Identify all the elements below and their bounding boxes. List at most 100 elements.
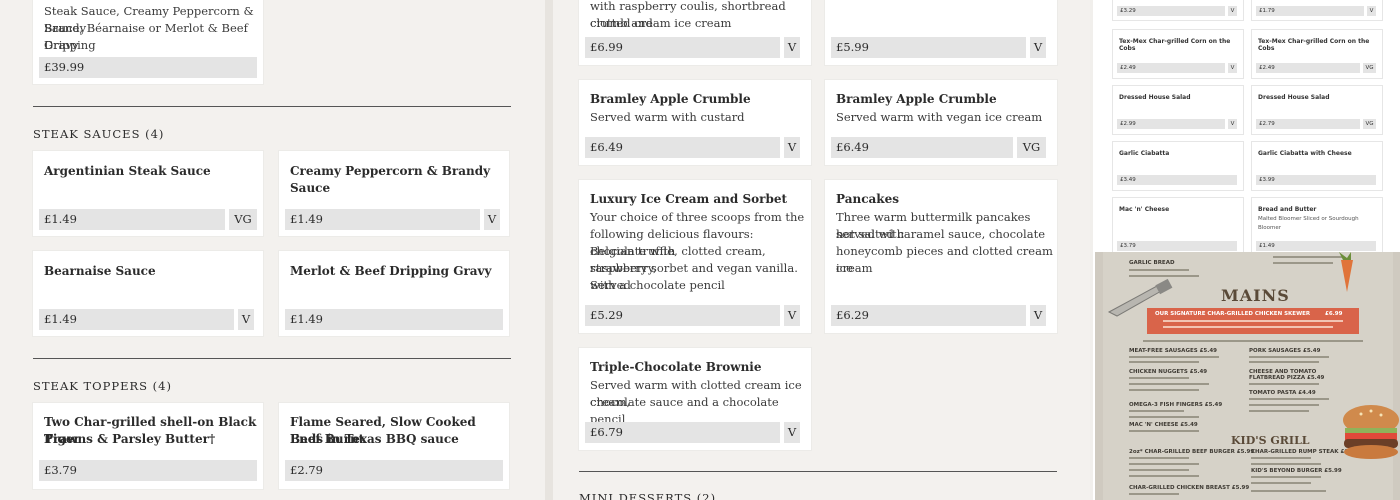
section-divider [33,358,511,359]
photo-text-line [1129,269,1189,271]
side-item-card[interactable]: Dressed House Salad £2.79 VG [1252,86,1382,134]
vegetarian-badge: V [1030,305,1046,326]
item-price: £2.79 [1256,119,1360,129]
photo-text-line [1129,389,1199,391]
vegan-badge: VG [1363,63,1376,73]
menu-item-card[interactable]: Two Char-grilled shell-on Black Tiger Pr… [33,403,263,489]
item-price: £5.99 [831,37,1026,58]
menu-item-card[interactable]: Steak Sauce, Creamy Peppercorn & Brandy … [33,0,263,84]
item-name: Bearnaise Sauce [44,264,156,278]
item-price: £3.99 [1256,175,1376,185]
item-price: £3.79 [39,460,257,481]
photo-text-line [1129,377,1189,379]
item-name: Garlic Ciabatta [1119,150,1170,157]
item-name: Bramley Apple Crumble [590,92,751,106]
photo-text-line [1249,361,1319,363]
side-item-card[interactable]: Garlic Ciabatta £3.49 [1113,142,1243,190]
photo-text-line [1129,457,1189,459]
side-item-card[interactable]: £1.79 V [1252,0,1382,20]
photo-menu-item: PORK SAUSAGES £5.49 [1249,348,1321,354]
item-description: Malted Bloomer Sliced or Sourdough [1258,216,1359,222]
photo-text-line [1129,475,1199,477]
vegetarian-badge: V [1367,6,1376,16]
item-price: £6.29 [831,305,1026,326]
banner-price: £6.99 [1325,311,1343,317]
item-price: £1.49 [39,309,234,330]
menu-item-card[interactable]: Triple-Chocolate Brownie Served warm wit… [579,348,811,450]
item-name: Creamy Peppercorn & Brandy Sauce [290,164,491,195]
menu-item-card[interactable]: Bramley Apple Crumble Served warm with v… [825,80,1057,165]
vegetarian-badge: V [484,209,500,230]
photo-text-line [1129,361,1199,363]
vegetarian-badge: V [1030,37,1046,58]
vegetarian-badge: V [238,309,254,330]
photo-text-line [1251,490,1326,492]
photo-text: GARLIC BREAD [1129,260,1175,266]
item-description: clotted cream ice cream [590,16,732,30]
menu-item-card[interactable]: Luxury Ice Cream and Sorbet Your choice … [579,180,811,333]
menu-column-middle: with raspberry coulis, shortbread crumb … [545,0,1090,500]
menu-item-card[interactable]: Flame Seared, Slow Cooked Beef Burnt End… [279,403,509,489]
item-price: £2.99 [1117,119,1225,129]
item-name: Luxury Ice Cream and Sorbet [590,192,788,206]
menu-photo[interactable]: GARLIC BREAD MAINS OUR SIGNATURE CHAR-GR… [1095,252,1400,500]
vegetarian-badge: V [784,137,800,158]
side-item-card[interactable]: £3.29 V [1113,0,1243,20]
photo-menu-item: TOMATO PASTA £4.49 [1249,390,1316,396]
item-price: £3.79 [1117,241,1237,251]
side-item-card[interactable]: Tex-Mex Char-grilled Corn on the Cobs £2… [1113,30,1243,78]
vegetarian-badge: V [784,305,800,326]
item-name: Bramley Apple Crumble [836,92,997,106]
photo-menu-item: KID'S BEYOND BURGER £5.99 [1251,468,1342,474]
side-item-card[interactable]: Dressed House Salad £2.99 V [1113,86,1243,134]
vegan-badge: VG [1363,119,1376,129]
side-item-card[interactable]: Mac 'n' Cheese £3.79 [1113,198,1243,258]
item-price: £2.49 [1117,63,1225,73]
side-item-card[interactable]: Bread and Butter Malted Bloomer Sliced o… [1252,198,1382,258]
photo-menu-item: CHICKEN NUGGETS £5.49 [1129,369,1208,375]
section-divider [579,471,1057,472]
photo-text-line [1273,262,1333,264]
item-price: £3.29 [1117,6,1225,16]
menu-item-card[interactable]: Merlot & Beef Dripping Gravy £1.49 [279,251,509,336]
menu-item-card[interactable]: Argentinian Steak Sauce £1.49 VG [33,151,263,236]
section-title: STEAK TOPPERS (4) [33,379,172,393]
item-description: hot salted caramel sauce, chocolate [836,227,1045,241]
menu-item-card[interactable]: Bearnaise Sauce £1.49 V [33,251,263,336]
photo-text-line [1129,469,1189,471]
item-price: £6.99 [585,37,780,58]
item-price: £2.49 [1256,63,1360,73]
photo-text-line [1163,326,1333,328]
side-item-card[interactable]: Garlic Ciabatta with Cheese £3.99 [1252,142,1382,190]
menu-item-card[interactable]: £5.99 V [825,0,1057,65]
vegan-badge: VG [1017,137,1046,158]
item-price: £6.49 [831,137,1013,158]
vegetarian-badge: V [784,37,800,58]
item-description: Gravy [44,38,79,52]
item-price: £2.79 [285,460,503,481]
printed-menu-paper: GARLIC BREAD MAINS OUR SIGNATURE CHAR-GR… [1103,252,1399,500]
item-name: Ends in Texas BBQ sauce [290,432,459,446]
item-price: £3.49 [1117,175,1237,185]
menu-item-card[interactable]: Pancakes Three warm buttermilk pancakes … [825,180,1057,333]
photo-menu-item: OMEGA-3 FISH FINGERS £5.49 [1129,402,1223,408]
photo-text-line [1129,410,1184,412]
vegetarian-badge: V [784,422,800,443]
menu-item-card[interactable]: Creamy Peppercorn & Brandy Sauce £1.49 V [279,151,509,236]
item-description: cream [836,261,873,275]
item-price: £5.29 [585,305,780,326]
photo-text-line [1249,398,1329,400]
photo-text-line [1129,430,1199,432]
item-price: £1.49 [285,209,480,230]
photo-text-line [1163,320,1343,322]
photo-text-line [1129,416,1199,418]
menu-item-card[interactable]: Bramley Apple Crumble Served warm with c… [579,80,811,165]
item-name: Dressed House Salad [1119,94,1191,101]
item-price: £1.49 [1256,241,1376,251]
photo-text-line [1129,463,1199,465]
menu-item-card[interactable]: with raspberry coulis, shortbread crumb … [579,0,811,65]
side-item-card[interactable]: Tex-Mex Char-grilled Corn on the Cobs £2… [1252,30,1382,78]
section-title: STEAK SAUCES (4) [33,127,165,141]
item-name: Tex-Mex Char-grilled Corn on the Cobs [1119,38,1231,52]
photo-menu-item: MAC 'N' CHEESE £5.49 [1129,422,1198,428]
